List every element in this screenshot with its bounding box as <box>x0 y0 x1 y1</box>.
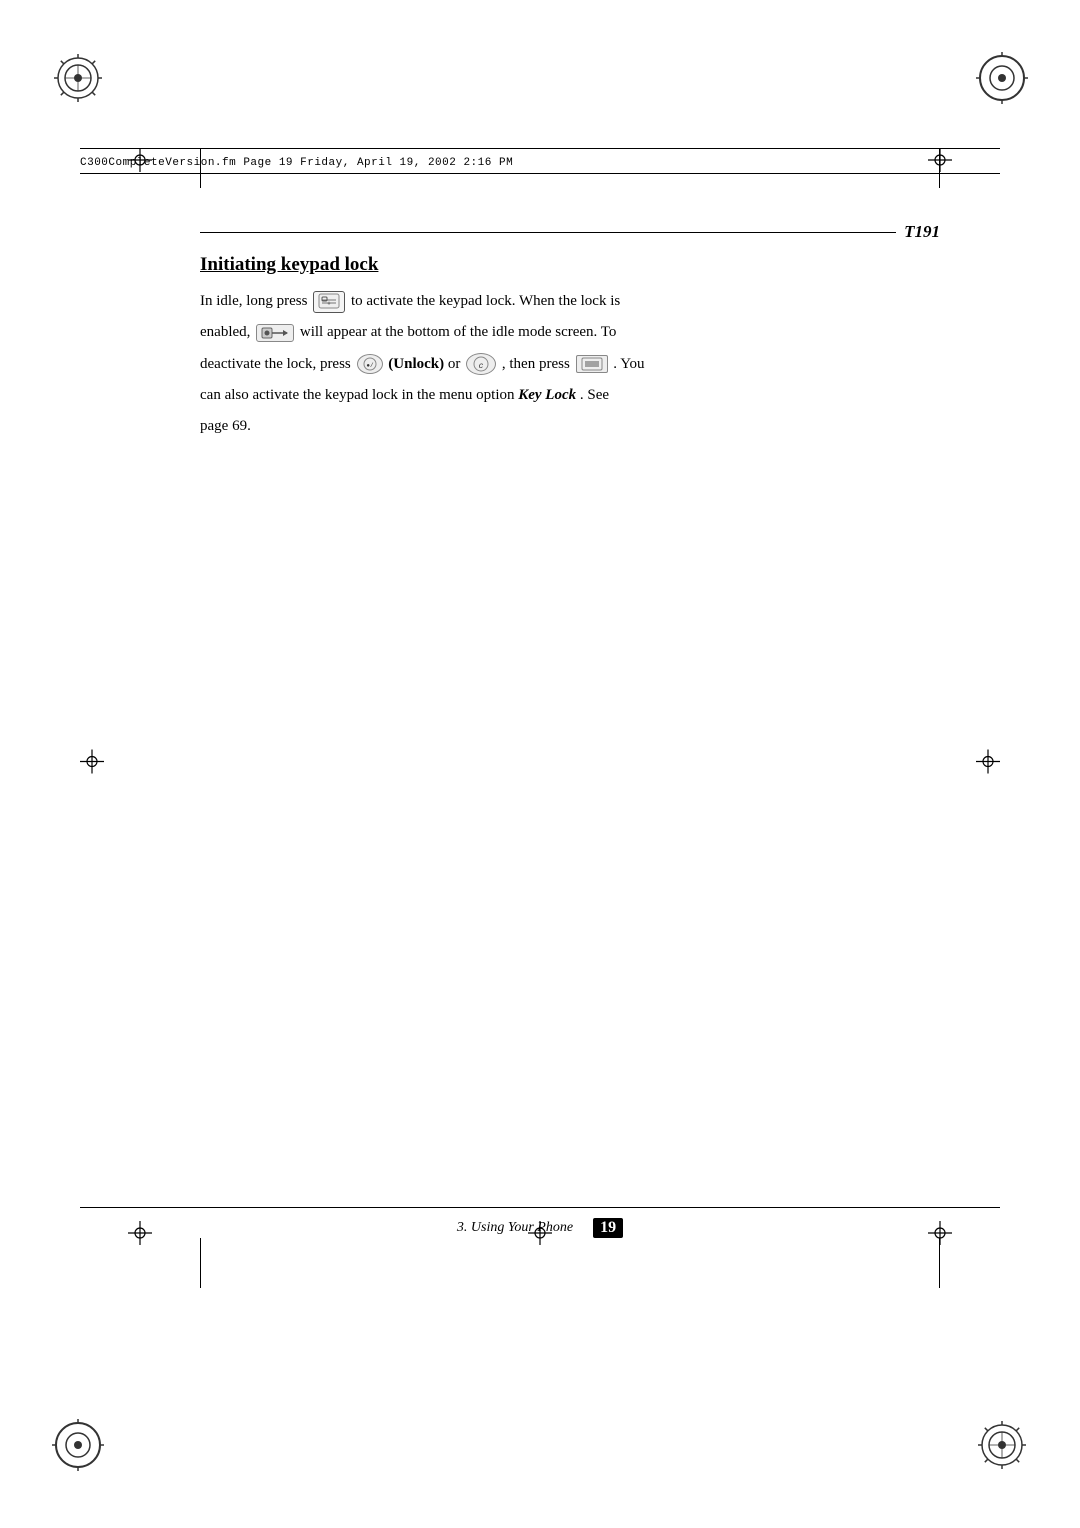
paragraph-4: can also activate the keypad lock in the… <box>200 384 940 407</box>
paragraph-3: deactivate the lock, press ●/ (Unlock) o… <box>200 353 940 376</box>
paragraph-2: enabled, will appear at the bottom of th… <box>200 321 940 344</box>
menu-button-icon <box>576 355 608 373</box>
header-area: C300CompleteVersion.fm Page 19 Friday, A… <box>80 148 1000 208</box>
svg-text:●/: ●/ <box>366 362 374 369</box>
para4-text: can also activate the keypad lock in the… <box>200 387 518 403</box>
para3-text-end: . You <box>613 356 644 372</box>
section-heading: Initiating keypad lock <box>200 254 940 276</box>
footer-page-number: 19 <box>593 1218 623 1238</box>
reg-cross-bottom-center <box>528 1221 552 1250</box>
page: C300CompleteVersion.fm Page 19 Friday, A… <box>0 0 1080 1528</box>
footer-chapter: 3. Using Your Phone <box>457 1220 573 1236</box>
lock-enabled-icon <box>256 324 294 342</box>
bottom-left-circle <box>52 1419 104 1476</box>
para3-text-start: deactivate the lock, press <box>200 356 355 372</box>
reg-cross-bottom-right-inner <box>928 1221 952 1250</box>
reg-cross-mid-right <box>976 750 1000 779</box>
top-left-starburst <box>52 52 104 109</box>
para1-text-start: In idle, long press <box>200 293 311 309</box>
para1-text-end: to activate the keypad lock. When the lo… <box>351 293 620 309</box>
t191-line <box>200 232 896 233</box>
bottom-right-starburst <box>976 1419 1028 1476</box>
para2-text-start: enabled, <box>200 324 254 340</box>
footer-line <box>80 1207 1000 1208</box>
reg-cross-bottom-left-inner <box>128 1221 152 1250</box>
guide-v-left-bottom <box>200 1238 201 1288</box>
header-line-bottom <box>80 173 1000 174</box>
guide-v-right-top <box>939 148 940 188</box>
key-lock-label: Key Lock <box>518 387 576 403</box>
paragraph-1: In idle, long press # to activate the ke… <box>200 290 940 313</box>
header-line-top <box>80 148 1000 149</box>
body-text: In idle, long press # to activate the ke… <box>200 290 940 438</box>
section-heading-container: Initiating keypad lock <box>200 254 940 276</box>
para3-or: or <box>448 356 464 372</box>
para3-then: , then press <box>502 356 574 372</box>
unlock-button-icon: ●/ <box>357 354 383 374</box>
t191-section: T191 <box>200 222 940 242</box>
guide-v-left-top <box>200 148 201 188</box>
c-button-icon: c <box>466 353 496 375</box>
main-content: Initiating keypad lock In idle, long pre… <box>200 240 940 446</box>
reg-cross-mid-left <box>80 750 104 779</box>
paragraph-5: page 69. <box>200 415 940 438</box>
header-filename: C300CompleteVersion.fm Page 19 Friday, A… <box>80 153 1000 173</box>
t191-label: T191 <box>896 222 940 242</box>
unlock-label: (Unlock) <box>388 356 444 372</box>
svg-text:c: c <box>479 362 484 371</box>
top-right-circle <box>976 52 1028 109</box>
guide-v-right-bottom <box>939 1238 940 1288</box>
keypad-lock-icon: # <box>313 291 345 313</box>
para2-text-mid: will appear at the bottom of the idle mo… <box>300 324 617 340</box>
para4-end: . See <box>580 387 609 403</box>
svg-text:#: # <box>328 301 331 307</box>
